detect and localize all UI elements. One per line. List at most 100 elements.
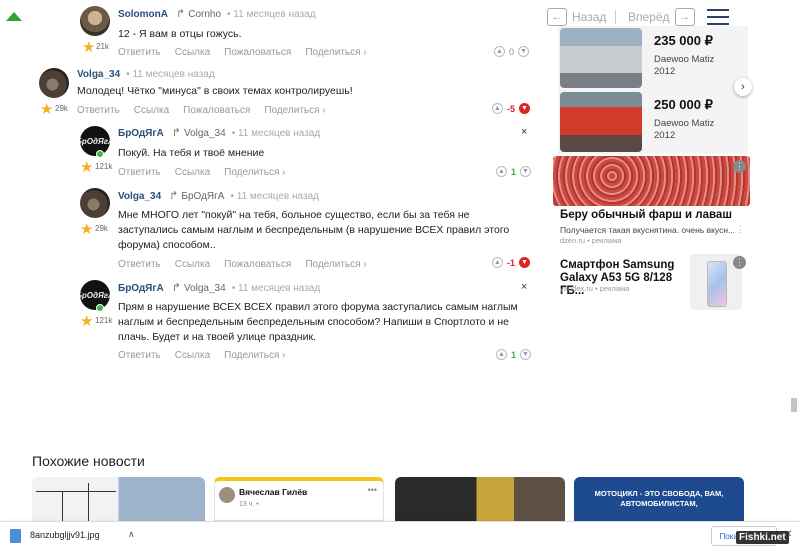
avatar[interactable]: БрОдЯгА (80, 280, 110, 310)
thumbs-up-icon[interactable]: ▲ (492, 257, 503, 268)
permalink[interactable]: Ссылка (175, 350, 210, 361)
ad-source: yandex.ru • реклама (560, 284, 630, 293)
reply-to-name[interactable]: Cornho (188, 9, 221, 20)
comment-time: • 11 месяцев назад (231, 128, 321, 139)
comment-text: 12 - Я вам в отцы гожусь. (118, 28, 242, 40)
reply-link[interactable]: Ответить (77, 105, 120, 116)
back-button[interactable]: ← Назад (547, 8, 606, 26)
reply-link[interactable]: Ответить (118, 47, 161, 58)
share-link[interactable]: Поделиться › (305, 47, 366, 58)
thumbs-up-icon[interactable]: ▲ (492, 103, 503, 114)
comment-actions: Ответить Ссылка Поделиться › (118, 350, 299, 361)
reply-to-name[interactable]: Volga_34 (184, 283, 226, 294)
comment-score: -5 (507, 103, 516, 114)
author-name[interactable]: Volga_34 (118, 191, 161, 202)
author-name[interactable]: Volga_34 (77, 69, 120, 80)
user-rating: 121k (95, 316, 113, 325)
vote-block: ▲ -1 ▼ (492, 257, 531, 268)
close-icon[interactable]: × (521, 281, 527, 293)
thumbs-down-icon[interactable]: ▼ (520, 349, 532, 360)
thumbs-up-icon[interactable]: ▲ (494, 46, 505, 57)
ad-source: dzen.ru • реклама (560, 236, 622, 245)
comment-text: Покуй. На тебя и твоё мнение (118, 147, 265, 159)
nav-divider (615, 10, 616, 24)
share-link[interactable]: Поделиться › (224, 350, 285, 361)
author-name[interactable]: SolomonA (118, 9, 168, 20)
avatar[interactable]: БрОдЯгА (80, 126, 110, 156)
arrow-left-icon: ← (547, 8, 567, 26)
reply-link[interactable]: Ответить (118, 350, 161, 361)
comment-time: • 11 месяцев назад (230, 191, 319, 202)
image-file-icon (10, 529, 21, 543)
author-name[interactable]: БрОдЯгА (118, 128, 164, 139)
news-card[interactable] (32, 477, 205, 521)
comment-score: 1 (511, 166, 517, 177)
permalink[interactable]: Ссылка (175, 259, 210, 270)
post-time: 13 ч. • (239, 501, 259, 508)
reply-link[interactable]: Ответить (118, 167, 161, 178)
share-link[interactable]: Поделиться › (264, 105, 325, 116)
vote-block: ▲ -5 ▼ (492, 103, 531, 114)
share-link[interactable]: Поделиться › (305, 259, 366, 270)
download-filename[interactable]: 8anzubgljjv91.jpg (30, 530, 100, 540)
comment-score: 1 (511, 349, 517, 360)
download-bar: 8anzubgljjv91.jpg ∧ Показать все ✕ (0, 521, 800, 551)
user-rating: 29k (95, 224, 108, 233)
online-status-dot (96, 150, 104, 158)
comment-text: Прям в нарушение ВСЕХ ВСЕХ правил этого … (118, 301, 518, 343)
permalink[interactable]: Ссылка (175, 167, 210, 178)
vote-block: ▲ 1 ▼ (496, 349, 532, 360)
reply-to-name[interactable]: Volga_34 (184, 128, 226, 139)
plan-line (36, 491, 116, 492)
news-card[interactable]: Вячеслав Гилёв 13 ч. • ••• (214, 477, 384, 521)
permalink[interactable]: Ссылка (175, 47, 210, 58)
report-link[interactable]: Пожаловаться (224, 259, 291, 270)
comment-time: • 11 месяцев назад (231, 283, 321, 294)
chevron-up-icon[interactable]: ∧ (128, 529, 135, 540)
news-card[interactable] (395, 477, 565, 521)
thumbs-down-icon[interactable]: ▼ (519, 257, 531, 268)
ad-image[interactable] (553, 156, 750, 206)
user-rating: 121k (95, 162, 113, 171)
reply-link[interactable]: Ответить (118, 259, 161, 270)
car-year: 2012 (654, 66, 676, 77)
scrollbar-thumb[interactable] (791, 398, 797, 412)
car-model: Daewoo Matiz (654, 54, 715, 65)
car-photo (560, 92, 642, 152)
ad-title[interactable]: Беру обычный фарш и лаваш (560, 209, 750, 222)
star-icon: ★ (80, 313, 94, 330)
forward-label: Вперёд (628, 10, 670, 24)
back-label: Назад (572, 10, 607, 24)
thumbs-down-icon[interactable]: ▼ (519, 103, 531, 114)
car-price: 235 000 ₽ (654, 33, 713, 48)
report-link[interactable]: Пожаловаться (224, 47, 291, 58)
more-options-icon[interactable]: ⋮ (733, 160, 746, 173)
news-card[interactable]: МОТОЦИКЛ - ЭТО СВОБОДА, ВАМ, АВТОМОБИЛИС… (574, 477, 744, 521)
star-icon: ★ (82, 39, 96, 56)
report-link[interactable]: Пожаловаться (183, 105, 250, 116)
thumbs-down-icon[interactable]: ▼ (520, 166, 532, 177)
chevron-right-icon[interactable]: › (734, 78, 752, 96)
comment-score: 0 (509, 46, 515, 57)
car-photo (560, 28, 642, 88)
share-link[interactable]: Поделиться › (224, 167, 285, 178)
thumbs-up-icon[interactable]: ▲ (496, 349, 507, 360)
avatar[interactable] (39, 68, 69, 98)
comment-header: Volga_34 ↱ БрОдЯгА • 11 месяцев назад (118, 189, 319, 202)
avatar[interactable] (80, 6, 110, 36)
more-options-icon[interactable]: ⋮ (733, 256, 746, 269)
comment-score: -1 (507, 257, 516, 268)
car-listing[interactable]: 250 000 ₽ Daewoo Matiz 2012 (558, 90, 748, 154)
close-icon[interactable]: × (521, 126, 527, 138)
more-options-icon[interactable]: ••• (368, 485, 377, 495)
car-listing[interactable]: 235 000 ₽ Daewoo Matiz 2012 (558, 26, 748, 90)
avatar[interactable] (80, 188, 110, 218)
forward-button[interactable]: Вперёд → (628, 8, 695, 26)
permalink[interactable]: Ссылка (134, 105, 169, 116)
author-name[interactable]: БрОдЯгА (118, 283, 164, 294)
scroll-to-top-button[interactable] (6, 12, 22, 21)
more-options-icon[interactable]: ⋮ (736, 224, 745, 235)
thumbs-up-icon[interactable]: ▲ (496, 166, 507, 177)
thumbs-down-icon[interactable]: ▼ (518, 46, 530, 57)
reply-to-name[interactable]: БрОдЯгА (181, 191, 224, 202)
